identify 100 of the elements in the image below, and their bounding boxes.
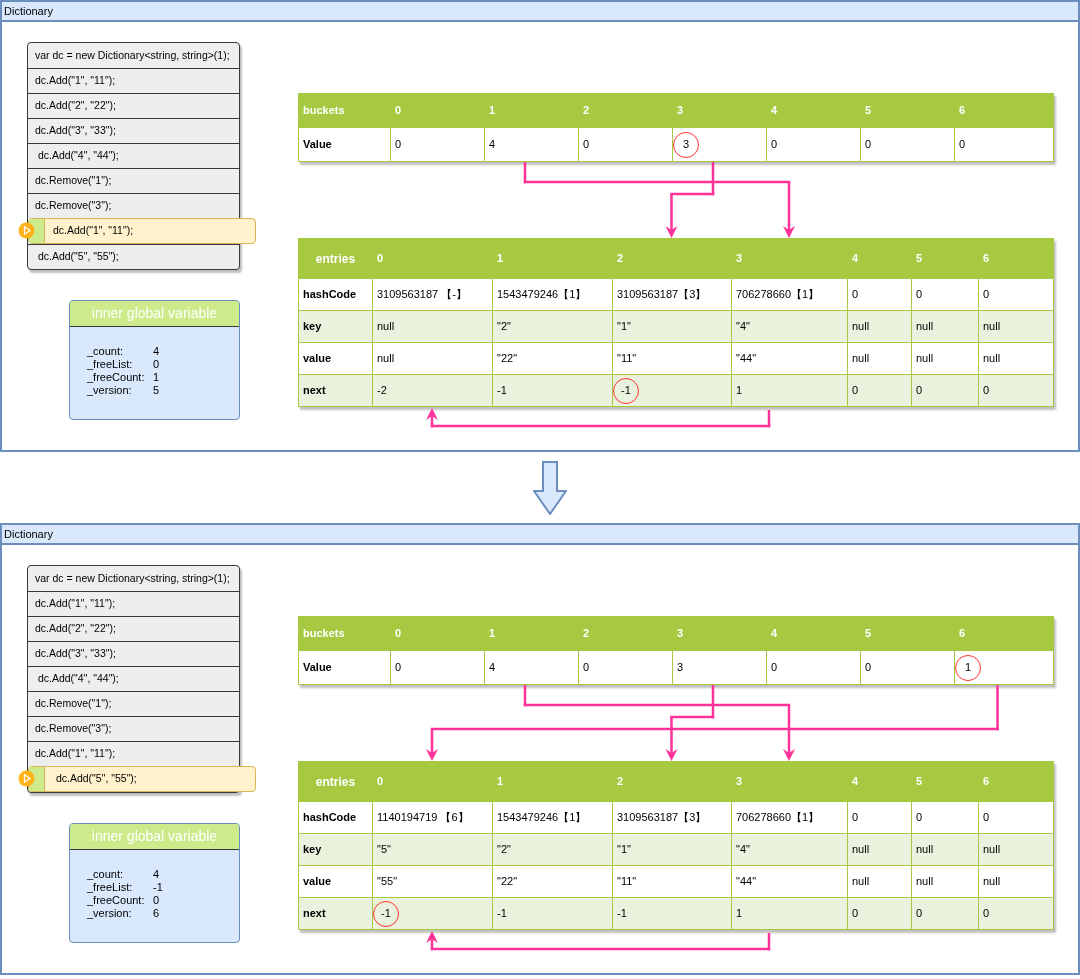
cell-text: 0 [852, 288, 859, 301]
cell-text: 0 [852, 384, 859, 397]
cell-text: 1140194719 【6】 [377, 811, 469, 824]
cell-text: "5" [377, 843, 391, 856]
column-header: 2 [578, 93, 673, 128]
row-header: value [298, 865, 373, 898]
cell-text: 0 [916, 811, 923, 824]
code-line[interactable]: var dc = new Dictionary<string, string>(1); [28, 43, 239, 68]
cell-text: "1" [617, 843, 631, 856]
row-header: hashCode [298, 801, 373, 834]
cell-text: null [377, 352, 395, 365]
cell-text: null [916, 352, 934, 365]
cell-text: 0 [983, 288, 990, 301]
cell-text: 0 [771, 138, 778, 151]
variable-name: _version: [87, 907, 133, 920]
variable-value: 4 [153, 345, 161, 358]
cell-text: null [916, 320, 934, 333]
column-header: 6 [954, 616, 1054, 651]
code-line[interactable]: dc.Add("1", "11"); [28, 591, 239, 616]
cell-text: 3 [677, 661, 684, 674]
cell-text: null [852, 875, 870, 888]
column-header: 3 [731, 761, 848, 802]
row-header: value [298, 342, 373, 375]
cell-text: "11" [617, 875, 637, 888]
cell-text: "4" [736, 320, 750, 333]
column-header: 3 [731, 238, 848, 279]
code-line[interactable]: dc.Add("4", "44"); [28, 143, 239, 168]
panel-title: Dictionary [4, 526, 53, 542]
code-line[interactable]: dc.Add("3", "33"); [28, 641, 239, 666]
cell-text: 0 [852, 811, 859, 824]
row-header: next [298, 374, 373, 407]
cell-text: 0 [983, 907, 990, 920]
cell-text: null [983, 352, 1001, 365]
cell-text: "1" [617, 320, 631, 333]
variable-value: 0 [153, 894, 161, 907]
code-line[interactable]: dc.Remove("1"); [28, 168, 239, 193]
cell-text: null [916, 843, 934, 856]
column-header: 0 [390, 616, 485, 651]
cell-text: 0 [583, 138, 590, 151]
cell-text: 0 [916, 907, 923, 920]
code-line[interactable]: dc.Add("5", "55"); [28, 244, 239, 269]
code-text: dc.Add("5", "55"); [54, 771, 137, 787]
code-line[interactable]: dc.Add("2", "22"); [28, 93, 239, 118]
cell-text: "4" [736, 843, 750, 856]
code-line[interactable]: dc.Remove("3"); [28, 716, 239, 741]
column-header: 6 [978, 761, 1054, 802]
cell-text: 1543479246【1】 [497, 811, 587, 824]
column-header: 6 [978, 238, 1054, 279]
variable-value: 5 [153, 384, 161, 397]
play-icon [18, 222, 35, 239]
cell-text: 0 [395, 661, 402, 674]
panel-title: Dictionary [4, 3, 53, 19]
code-line[interactable]: dc.Add("4", "44"); [28, 666, 239, 691]
column-header: 5 [860, 93, 955, 128]
cell-text: -1 [497, 907, 507, 920]
cell-text: "22" [497, 875, 518, 888]
cell-text: -1 [497, 384, 507, 397]
cell-text: 0 [583, 661, 590, 674]
column-header: 2 [578, 616, 673, 651]
code-line[interactable]: dc.Add("1", "11"); [28, 68, 239, 93]
column-header: 4 [766, 93, 861, 128]
code-line[interactable]: var dc = new Dictionary<string, string>(1); [28, 566, 239, 591]
cell-text: 0 [865, 138, 872, 151]
code-line-highlighted[interactable]: dc.Add("1", "11"); [28, 218, 256, 244]
variables-title: inner global variable [70, 824, 239, 850]
variables-title: inner global variable [70, 301, 239, 327]
cell-text: "44" [736, 875, 757, 888]
cell-text: null [377, 320, 395, 333]
column-header: 0 [372, 238, 493, 279]
cell-text: "22" [497, 352, 518, 365]
code-line[interactable]: dc.Remove("1"); [28, 691, 239, 716]
code-line-highlighted[interactable]: dc.Add("5", "55"); [28, 766, 256, 792]
cell-text: 1 [736, 907, 743, 920]
cell-text: 4 [489, 138, 496, 151]
code-line[interactable]: dc.Add("2", "22"); [28, 616, 239, 641]
cell-text: "55" [377, 875, 398, 888]
code-line[interactable]: dc.Add("3", "33"); [28, 118, 239, 143]
variable-value: 6 [153, 907, 161, 920]
variable-value: 0 [153, 358, 161, 371]
column-header: 4 [847, 238, 912, 279]
cell-text: 706278660【1】 [736, 811, 820, 824]
column-header: 1 [492, 761, 613, 802]
cell-text: null [916, 875, 934, 888]
variable-value: 4 [153, 868, 161, 881]
cell-text: -1 [617, 907, 627, 920]
cell-text: 0 [916, 288, 923, 301]
cell-text: 3109563187【3】 [617, 811, 707, 824]
column-header: 6 [954, 93, 1054, 128]
cell-text: 1 [736, 384, 743, 397]
cell-text: 4 [489, 661, 496, 674]
column-header: entries [298, 238, 373, 279]
cell-text: 0 [916, 384, 923, 397]
cell-text: "2" [497, 320, 511, 333]
column-header: 2 [612, 238, 732, 279]
cell-text: null [983, 320, 1001, 333]
cell-text: 0 [983, 811, 990, 824]
row-header: Value [298, 650, 391, 685]
cell-text: -2 [377, 384, 387, 397]
column-header: buckets [298, 93, 391, 128]
cell-text: 706278660【1】 [736, 288, 820, 301]
